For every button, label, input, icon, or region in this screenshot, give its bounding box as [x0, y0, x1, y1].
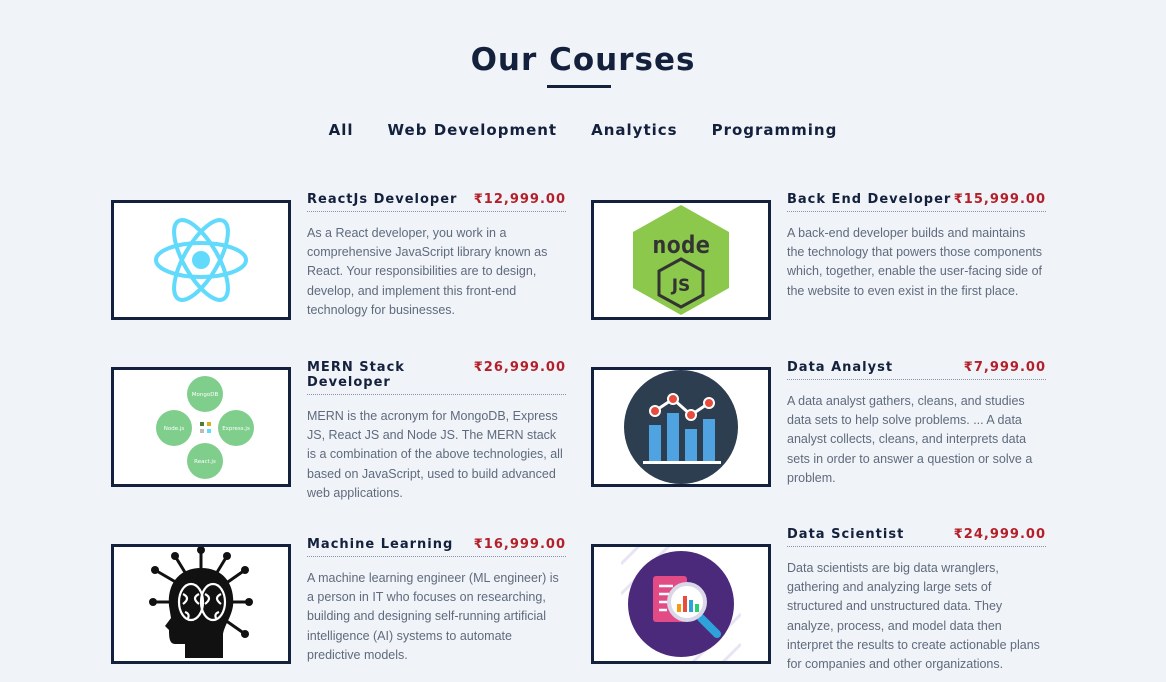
- course-title[interactable]: Back End Developer: [787, 192, 951, 207]
- course-description: A data analyst gathers, cleans, and stud…: [787, 394, 1033, 485]
- filter-programming[interactable]: Programming: [695, 119, 855, 141]
- title-underline: [547, 85, 611, 88]
- react-logo-icon: [154, 218, 248, 302]
- mern-label-node: Node.js: [164, 426, 185, 432]
- course-title[interactable]: Data Analyst: [787, 360, 893, 375]
- course-price: ₹15,999.00: [953, 192, 1046, 207]
- course-title[interactable]: ReactJs Developer: [307, 192, 457, 207]
- course-description: A back-end developer builds and maintain…: [787, 226, 1043, 298]
- course-price: ₹12,999.00: [473, 192, 566, 207]
- course-price: ₹26,999.00: [473, 360, 566, 375]
- course-price: ₹16,999.00: [473, 537, 566, 552]
- course-title[interactable]: Data Scientist: [787, 527, 904, 542]
- bar-chart-icon: [624, 370, 738, 484]
- course-description: Data scientists are big data wranglers, …: [787, 561, 1040, 672]
- course-title[interactable]: Machine Learning: [307, 537, 453, 552]
- course-thumbnail[interactable]: [591, 544, 771, 664]
- mern-label-mongodb: MongoDB: [192, 392, 219, 398]
- course-thumbnail[interactable]: [591, 367, 771, 487]
- filter-web-development[interactable]: Web Development: [371, 119, 575, 141]
- nodejs-logo-icon: node JS: [633, 205, 729, 315]
- course-description: MERN is the acronym for MongoDB, Express…: [307, 409, 563, 500]
- mern-label-react: React.js: [194, 459, 216, 465]
- course-filter-bar: All Web Development Analytics Programmin…: [0, 119, 1166, 141]
- filter-all[interactable]: All: [312, 119, 371, 141]
- mern-diagram-icon: MongoDB Node.js Express.js React.js: [156, 376, 254, 479]
- course-price: ₹7,999.00: [963, 360, 1046, 375]
- course-description: A machine learning engineer (ML engineer…: [307, 571, 559, 662]
- page-title: Our Courses: [470, 42, 696, 78]
- mern-label-express: Express.js: [222, 426, 250, 432]
- brain-head-icon: [149, 547, 253, 658]
- filter-analytics[interactable]: Analytics: [574, 119, 694, 141]
- data-magnifier-icon: [621, 547, 741, 661]
- course-price: ₹24,999.00: [953, 527, 1046, 542]
- course-thumbnail[interactable]: MongoDB Node.js Express.js React.js: [111, 367, 291, 487]
- svg-text:JS: JS: [671, 276, 691, 296]
- svg-text:node: node: [652, 231, 710, 259]
- course-description: As a React developer, you work in a comp…: [307, 226, 548, 317]
- course-title[interactable]: MERN Stack Developer: [307, 360, 474, 390]
- course-thumbnail[interactable]: [111, 200, 291, 320]
- course-thumbnail[interactable]: [111, 544, 291, 664]
- course-thumbnail[interactable]: node JS: [591, 200, 771, 320]
